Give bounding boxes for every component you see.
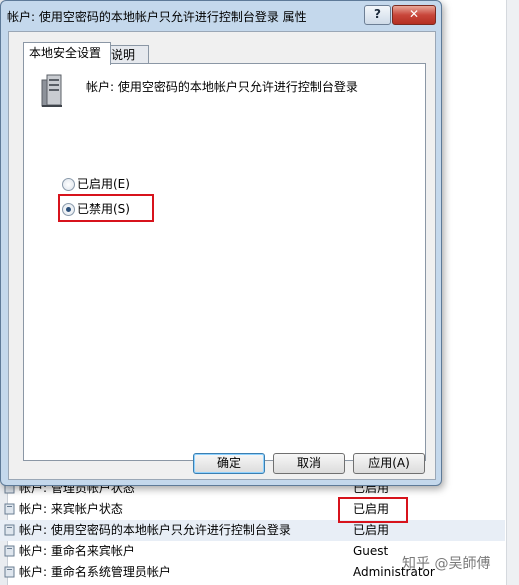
dialog-title: 帐户: 使用空密码的本地帐户只允许进行控制台登录 属性 bbox=[7, 10, 307, 24]
help-button[interactable]: ? bbox=[364, 5, 391, 25]
policy-icon bbox=[4, 545, 15, 557]
properties-dialog: 帐户: 使用空密码的本地帐户只允许进行控制台登录 属性 ? ✕ 本地安全设置 说… bbox=[0, 0, 442, 486]
close-button[interactable]: ✕ bbox=[392, 5, 436, 25]
watermark: 知乎 @吴師傅 bbox=[402, 556, 491, 572]
highlight-box bbox=[58, 194, 154, 222]
policy-icon bbox=[4, 524, 15, 536]
list-item[interactable]: 帐户: 使用空密码的本地帐户只允许进行控制台登录 已启用 bbox=[0, 520, 505, 541]
vertical-scrollbar[interactable] bbox=[506, 0, 519, 585]
tab-explain[interactable]: 说明 bbox=[105, 45, 149, 64]
policy-title: 帐户: 使用空密码的本地帐户只允许进行控制台登录 bbox=[86, 80, 358, 94]
policy-setting: Guest bbox=[353, 544, 389, 558]
policy-icon bbox=[4, 566, 15, 578]
cancel-button[interactable]: 取消 bbox=[273, 453, 345, 474]
ok-button[interactable]: 确定 bbox=[193, 453, 265, 474]
tab-local-security-setting[interactable]: 本地安全设置 bbox=[23, 42, 111, 65]
policy-icon bbox=[4, 503, 15, 515]
dialog-body: 本地安全设置 说明 帐户: 使用空密码的本地帐户只允许进行控制台登录 已启用(E… bbox=[8, 31, 436, 480]
policy-name: 帐户: 来宾帐户状态 bbox=[19, 502, 123, 516]
list-item[interactable]: 帐户: 来宾帐户状态 已启用 bbox=[0, 499, 505, 520]
policy-name: 帐户: 重命名来宾帐户 bbox=[19, 544, 135, 558]
policy-setting: 已启用 bbox=[353, 523, 390, 537]
highlight-box bbox=[338, 497, 408, 523]
policy-name: 帐户: 重命名系统管理员帐户 bbox=[19, 565, 171, 579]
enabled-label: 已启用(E) bbox=[77, 177, 130, 191]
tab-panel: 帐户: 使用空密码的本地帐户只允许进行控制台登录 已启用(E) 已禁用(S) bbox=[23, 63, 426, 461]
radio-button-icon bbox=[62, 178, 75, 191]
apply-button[interactable]: 应用(A) bbox=[353, 453, 425, 474]
server-icon bbox=[41, 74, 62, 107]
policy-name: 帐户: 使用空密码的本地帐户只允许进行控制台登录 bbox=[19, 523, 291, 537]
title-bar[interactable]: 帐户: 使用空密码的本地帐户只允许进行控制台登录 属性 ? ✕ bbox=[1, 1, 441, 29]
